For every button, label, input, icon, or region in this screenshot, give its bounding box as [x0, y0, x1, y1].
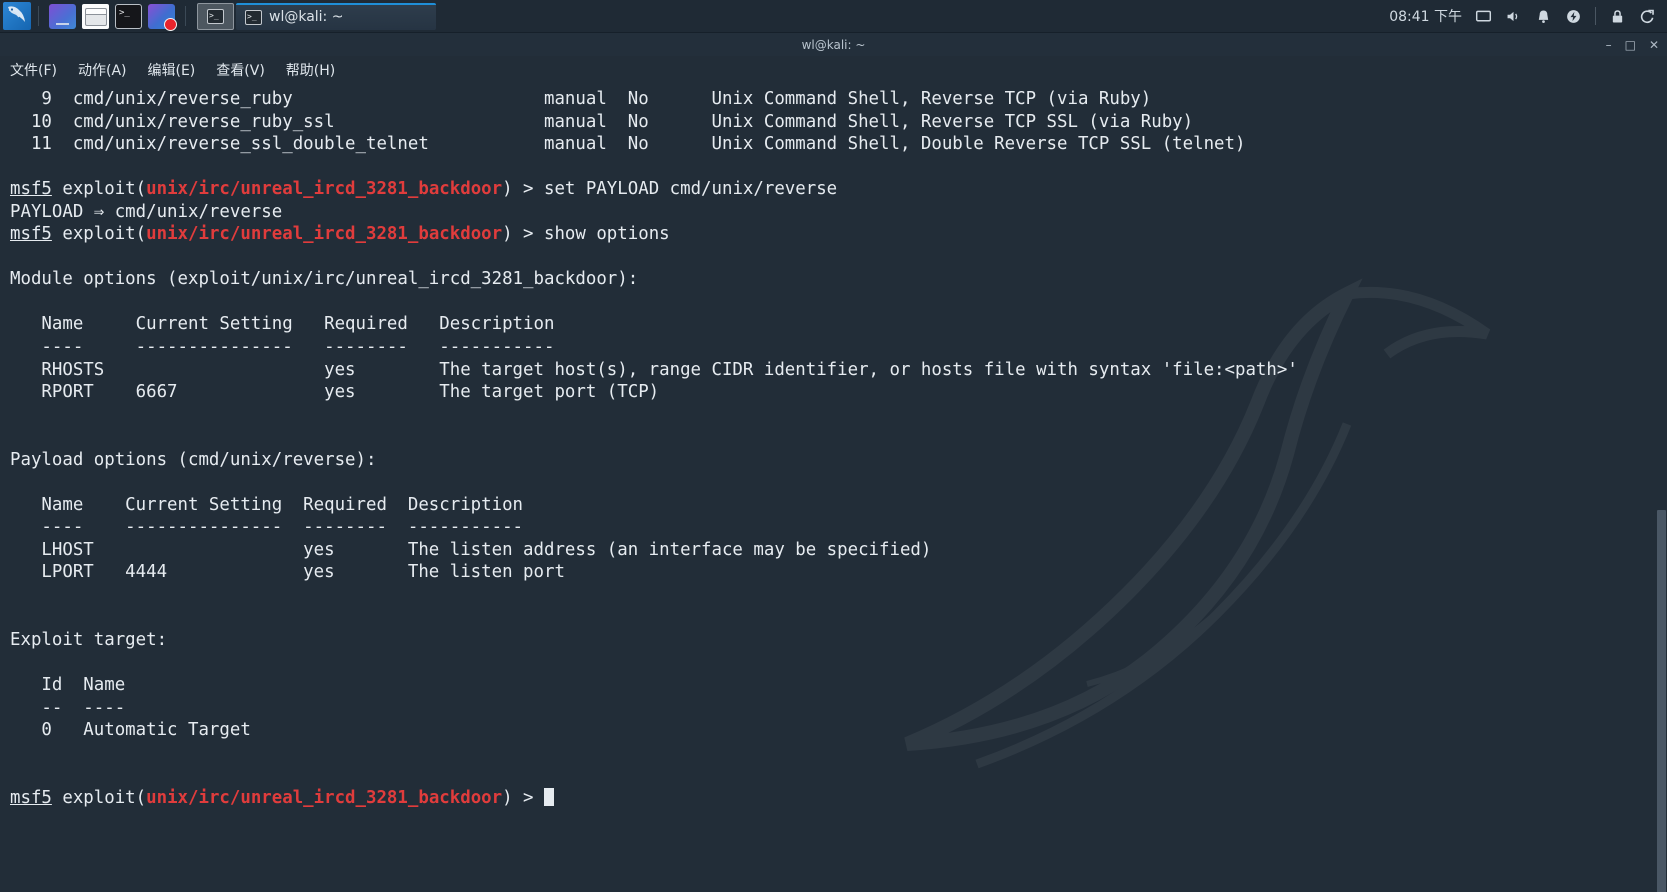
menu-help[interactable]: 帮助(H)	[286, 60, 335, 80]
menu-edit[interactable]: 编辑(E)	[148, 60, 196, 80]
lock-icon[interactable]	[1609, 8, 1626, 25]
menu-actions[interactable]: 动作(A)	[78, 60, 127, 80]
launcher-files-icon[interactable]	[82, 3, 109, 29]
terminal-output-area[interactable]: 9 cmd/unix/reverse_ruby manual No Unix C…	[0, 84, 1667, 892]
terminal-scrollbar[interactable]	[1655, 135, 1667, 892]
close-button[interactable]: ✕	[1649, 39, 1659, 51]
launcher-screen-recorder-icon[interactable]	[148, 3, 177, 31]
window-titlebar[interactable]: wl@kali: ~ – □ ✕	[0, 33, 1667, 56]
menu-file[interactable]: 文件(F)	[10, 60, 57, 80]
terminal-icon	[245, 9, 262, 25]
window-title: wl@kali: ~	[801, 37, 866, 52]
window-controls: – □ ✕	[1606, 33, 1659, 56]
volume-icon[interactable]	[1505, 8, 1522, 25]
menu-bar: 文件(F) 动作(A) 编辑(E) 查看(V) 帮助(H)	[0, 56, 1667, 84]
terminal-window: wl@kali: ~ – □ ✕ 文件(F) 动作(A) 编辑(E) 查看(V)…	[0, 33, 1667, 892]
taskbar-divider-2	[185, 6, 186, 26]
terminal-text-buffer: 9 cmd/unix/reverse_ruby manual No Unix C…	[10, 89, 1298, 808]
record-indicator-icon	[164, 17, 177, 31]
tray-divider	[1595, 7, 1596, 25]
display-icon[interactable]	[1475, 8, 1492, 25]
menu-view[interactable]: 查看(V)	[216, 60, 265, 80]
maximize-button[interactable]: □	[1625, 39, 1636, 51]
launcher-app-purple-icon[interactable]	[49, 3, 76, 29]
minimize-button[interactable]: –	[1606, 39, 1612, 51]
desktop-taskbar: wl@kali: ~ 08:41 下午	[0, 0, 1667, 33]
power-icon[interactable]	[1565, 8, 1582, 25]
clock-label[interactable]: 08:41 下午	[1389, 6, 1462, 26]
kali-menu-icon[interactable]	[3, 2, 31, 30]
launcher-terminal-icon[interactable]	[115, 3, 142, 29]
terminal-icon	[207, 8, 224, 24]
notification-bell-icon[interactable]	[1535, 8, 1552, 25]
scrollbar-thumb[interactable]	[1657, 510, 1666, 892]
window-button-label: wl@kali: ~	[269, 9, 344, 25]
system-tray: 08:41 下午	[1389, 0, 1667, 33]
window-button-list: wl@kali: ~	[197, 0, 438, 33]
logout-icon[interactable]	[1639, 8, 1656, 25]
window-button-current[interactable]: wl@kali: ~	[236, 2, 436, 30]
window-button-minimized[interactable]	[197, 2, 234, 30]
taskbar-divider-1	[38, 6, 39, 26]
